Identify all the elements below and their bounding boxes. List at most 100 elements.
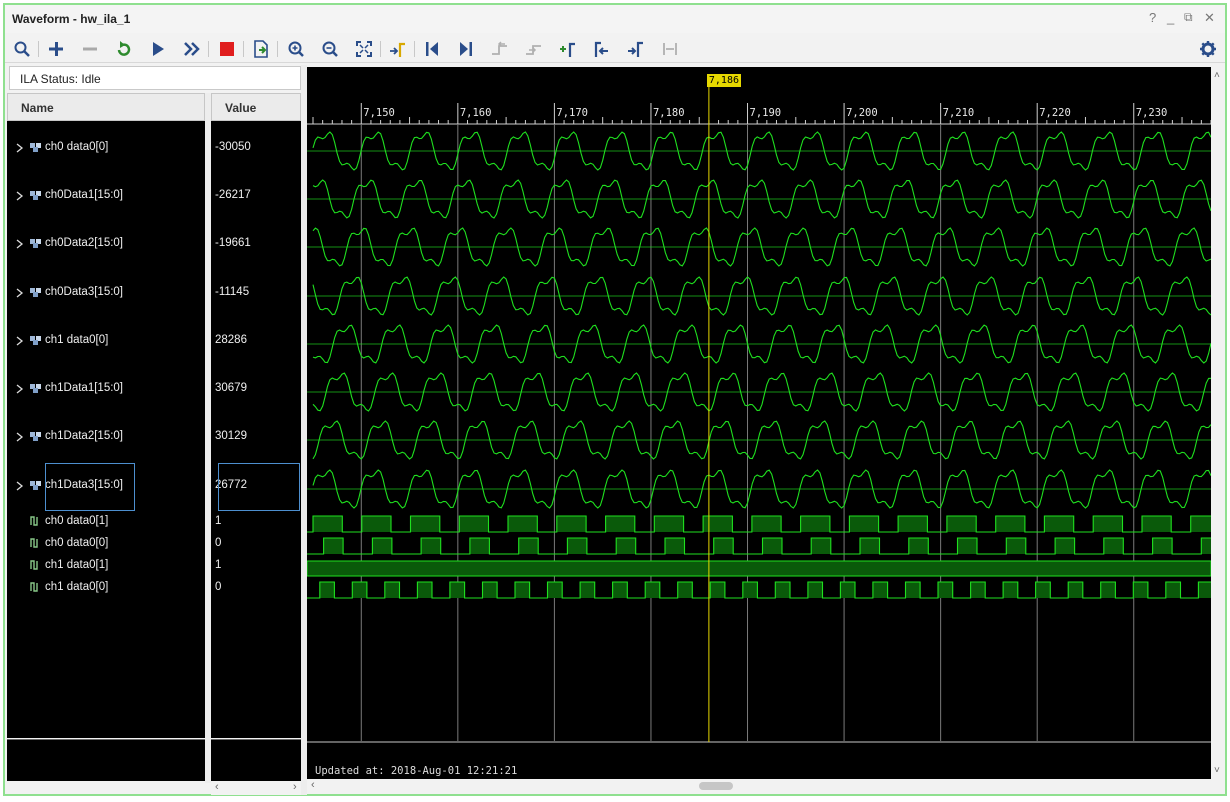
digital-high-pulse xyxy=(1198,582,1211,598)
waveform-canvas[interactable]: 7,150 7,160 7,170 7,180 7,190 7,200 7,210 7,220… xyxy=(307,67,1211,779)
next-transition-icon[interactable] xyxy=(523,38,545,60)
ruler-tick-label: 7,150 xyxy=(363,107,395,119)
scrollbar-thumb[interactable] xyxy=(699,782,733,790)
remove-icon[interactable] xyxy=(79,38,101,60)
digital-high-pulse xyxy=(547,582,563,598)
run-trigger-continuous-icon[interactable] xyxy=(181,38,203,60)
next-marker-icon[interactable] xyxy=(625,38,647,60)
previous-marker-icon[interactable] xyxy=(591,38,613,60)
expand-chevron-icon[interactable] xyxy=(15,142,24,154)
signal-value: 0 xyxy=(215,537,222,549)
value-horizontal-scrollbar[interactable]: ‹ › xyxy=(211,781,301,795)
ila-status-field: ILA Status: Idle xyxy=(9,66,301,90)
bus-signal-icon xyxy=(30,481,41,490)
waveform-plot: 7,150 7,160 7,170 7,180 7,190 7,200 7,210 7,220… xyxy=(307,87,1211,743)
digital-high-pulse xyxy=(908,538,929,554)
updated-timestamp: Updated at: 2018-Aug-01 12:21:21 xyxy=(315,765,518,777)
go-to-start-icon[interactable] xyxy=(421,38,443,60)
waveform-window: Waveform - hw_ila_1 ? _ ⧉ ✕ ILA Status: … xyxy=(3,3,1227,796)
signal-value: -19661 xyxy=(215,237,251,249)
add-icon[interactable] xyxy=(45,38,67,60)
digital-high-pulse xyxy=(1068,582,1083,598)
expand-chevron-icon[interactable] xyxy=(15,335,24,347)
zoom-out-icon[interactable] xyxy=(319,38,341,60)
waveform-vertical-scrollbar[interactable]: ˄ ˅ xyxy=(1211,67,1225,779)
expand-chevron-icon[interactable] xyxy=(15,190,24,202)
signal-name-label: ch0 data0[1] xyxy=(45,515,109,527)
signal-value: -26217 xyxy=(215,189,251,201)
run-trigger-icon[interactable] xyxy=(147,38,169,60)
previous-transition-icon[interactable] xyxy=(489,38,511,60)
settings-gear-icon[interactable] xyxy=(1197,38,1219,60)
export-icon[interactable] xyxy=(250,38,272,60)
scroll-left-icon[interactable]: ‹ xyxy=(311,779,315,791)
digital-high-pulse xyxy=(421,538,441,554)
digital-high-pulse xyxy=(323,538,344,554)
digital-high-pulse xyxy=(361,516,392,532)
digital-high-pulse xyxy=(1141,516,1172,532)
run-trigger-immediate-icon[interactable] xyxy=(113,38,135,60)
bit-signal-icon xyxy=(30,582,38,592)
search-icon[interactable] xyxy=(11,38,33,60)
value-column-header[interactable]: Value xyxy=(211,93,301,121)
signal-value: -11145 xyxy=(215,286,250,298)
scroll-left-icon[interactable]: ‹ xyxy=(215,781,219,793)
help-icon[interactable]: ? xyxy=(1149,10,1156,25)
expand-chevron-icon[interactable] xyxy=(15,480,24,492)
expand-chevron-icon[interactable] xyxy=(15,238,24,250)
digital-high-pulse xyxy=(970,582,986,598)
expand-chevron-icon[interactable] xyxy=(15,383,24,395)
digital-high-pulse xyxy=(849,516,879,532)
ruler-tick-label: 7,220 xyxy=(1039,107,1071,119)
add-marker-icon[interactable] xyxy=(557,38,579,60)
digital-high-pulse xyxy=(1190,516,1211,532)
close-icon[interactable]: ✕ xyxy=(1204,10,1215,26)
minimize-icon[interactable]: _ xyxy=(1167,10,1174,25)
scroll-down-icon[interactable]: ˅ xyxy=(1214,765,1220,776)
signal-name-label: ch0Data2[15:0] xyxy=(45,237,124,249)
digital-high-pulse xyxy=(1201,538,1211,554)
digital-high-pulse xyxy=(654,516,684,532)
ruler-tick-label: 7,230 xyxy=(1136,107,1168,119)
digital-high-pulse xyxy=(469,538,490,554)
bus-signal-icon xyxy=(30,143,41,152)
digital-high-pulse xyxy=(459,516,489,532)
digital-high-pulse xyxy=(1035,582,1051,598)
bit-signal-icon xyxy=(30,560,38,570)
scroll-up-icon[interactable]: ˄ xyxy=(1214,70,1220,81)
signal-value: 28286 xyxy=(215,334,247,346)
expand-chevron-icon[interactable] xyxy=(15,431,24,443)
digital-high-pulse xyxy=(811,538,831,554)
digital-high-pulse xyxy=(518,538,539,554)
digital-high-pulse xyxy=(840,582,856,598)
digital-high-pulse xyxy=(762,538,782,554)
expand-chevron-icon[interactable] xyxy=(15,287,24,299)
bus-signal-icon xyxy=(30,384,41,393)
restore-icon[interactable]: ⧉ xyxy=(1184,10,1193,25)
digital-trace xyxy=(307,537,1211,555)
digital-high-pulse xyxy=(1152,538,1173,554)
digital-high-band xyxy=(307,560,1211,577)
digital-high-pulse xyxy=(605,516,635,532)
scroll-right-icon[interactable]: › xyxy=(293,781,297,793)
bus-signal-icon xyxy=(30,336,41,345)
name-column-header[interactable]: Name xyxy=(7,93,205,121)
swap-cursors-icon[interactable] xyxy=(659,38,681,60)
waveform-horizontal-scrollbar[interactable]: ‹ xyxy=(307,779,1225,793)
digital-high-pulse xyxy=(1006,538,1026,554)
zoom-fit-icon[interactable] xyxy=(353,38,375,60)
signal-name-label: ch1 data0[1] xyxy=(45,559,109,571)
digital-high-pulse xyxy=(995,516,1025,532)
digital-high-pulse xyxy=(860,538,880,554)
stop-icon[interactable] xyxy=(216,38,238,60)
column-splitter[interactable] xyxy=(205,93,211,783)
go-to-end-icon[interactable] xyxy=(455,38,477,60)
digital-high-pulse xyxy=(319,582,335,598)
zoom-in-icon[interactable] xyxy=(285,38,307,60)
cursor-time-label[interactable]: 7,186 xyxy=(706,74,741,87)
go-to-cursor-icon[interactable] xyxy=(387,38,409,60)
ruler-tick-label: 7,180 xyxy=(653,107,685,119)
digital-high-pulse xyxy=(449,582,465,598)
signal-value: 0 xyxy=(215,581,222,593)
bus-signal-icon xyxy=(30,288,41,297)
